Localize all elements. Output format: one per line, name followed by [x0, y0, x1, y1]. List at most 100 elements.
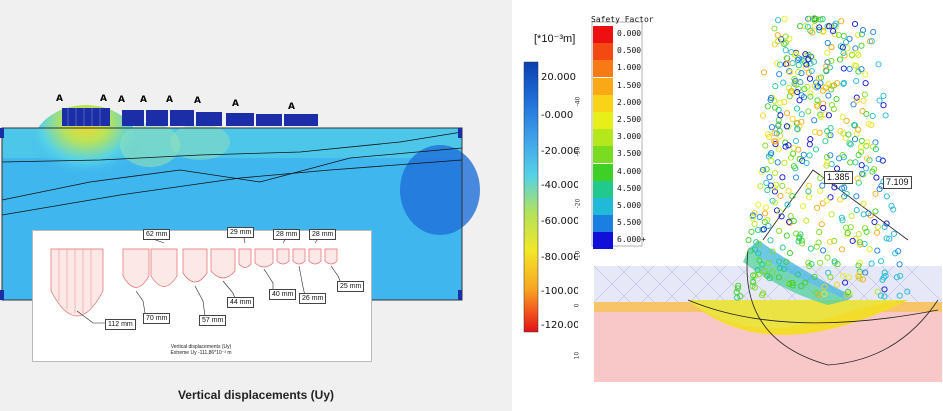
slip-center-point: [796, 97, 803, 104]
slip-center-point: [776, 71, 783, 78]
load-marker-label: A: [288, 102, 295, 112]
slip-center-point: [853, 207, 860, 214]
slip-center-point: [779, 244, 786, 251]
slip-center-point: [877, 258, 885, 265]
slip-center-point: [795, 69, 802, 76]
slip-center-point: [875, 61, 882, 68]
displacement-value-label: 70 mm: [143, 313, 171, 324]
displacement-value-label: 112 mm: [105, 319, 136, 330]
slip-center-point: [853, 77, 860, 85]
displacement-value-label: 28 mm: [309, 229, 337, 240]
slip-center-point: [785, 187, 792, 194]
slip-center-point: [842, 135, 849, 142]
slip-center-point: [771, 170, 779, 177]
slip-center-point: [803, 159, 810, 167]
legend-entry-label: 4.000: [617, 166, 642, 176]
slip-center-point: [774, 32, 781, 39]
slip-center-point: [763, 179, 770, 186]
slip-center-point: [858, 42, 865, 49]
scale-unit-label: [*10⁻³m]: [534, 33, 576, 45]
slip-center-point: [793, 174, 800, 181]
slip-center-point: [782, 47, 789, 54]
axis-tick: -40: [574, 96, 582, 107]
legend-entry-label: 1.500: [617, 80, 642, 90]
slip-center-point: [833, 96, 840, 103]
slip-center-point: [807, 136, 814, 143]
slip-center-point: [818, 221, 825, 228]
displacement-value-label: 44 mm: [227, 297, 255, 308]
slip-center-point: [776, 61, 784, 68]
slip-center-point: [777, 192, 784, 199]
slip-center-point: [880, 102, 887, 109]
slip-center-point: [781, 159, 788, 166]
displacement-contour-panel: A A A A A A A A 112 mm 70 mm 57 mm 44 mm…: [0, 0, 512, 411]
slip-center-point: [805, 259, 812, 266]
slip-center-point: [806, 141, 813, 148]
legend-swatch: [593, 180, 613, 198]
slip-center-point: [882, 112, 889, 119]
slip-center-point: [825, 92, 832, 99]
slip-center-point: [822, 138, 829, 145]
slip-center-point: [761, 210, 769, 217]
slip-center-point: [755, 201, 762, 208]
slip-center-point: [864, 139, 871, 146]
slip-center-point: [805, 108, 812, 115]
slip-center-point: [828, 211, 835, 218]
slip-center-point: [858, 162, 865, 169]
slip-center-point: [820, 247, 827, 254]
slip-center-point: [876, 97, 883, 104]
critical-fs-label: 1.385: [824, 171, 853, 184]
displacement-inset: 112 mm 70 mm 57 mm 44 mm 40 mm 26 mm 25 …: [32, 227, 372, 362]
displacement-value-label: 26 mm: [299, 293, 327, 304]
displacement-value-label: 28 mm: [273, 229, 301, 240]
axis-tick: -10: [574, 250, 582, 261]
slip-center-point: [874, 247, 881, 254]
slip-center-point: [760, 69, 768, 76]
slip-center-point: [764, 187, 771, 194]
legend-entry-label: 5.000: [617, 201, 642, 210]
load-marker-label: A: [194, 96, 201, 106]
slip-center-point: [845, 131, 852, 138]
displacement-value-label: 57 mm: [199, 315, 227, 326]
legend-entry-label: 2.000: [617, 97, 642, 107]
slip-center-point: [762, 204, 769, 211]
slip-center-point: [803, 217, 810, 224]
scale-tick: 20.000: [541, 72, 576, 83]
slip-center-point: [795, 62, 802, 69]
slip-center-point: [805, 188, 812, 195]
slip-center-point: [816, 229, 823, 236]
legend-entry-label: 5.500: [617, 218, 642, 228]
slip-center-point: [807, 90, 814, 97]
slip-center-point: [784, 201, 791, 208]
slip-center-point: [799, 203, 807, 210]
slip-center-point: [853, 193, 860, 200]
slip-center-point: [773, 60, 781, 67]
inset-extreme-value: Extreme Uy -111,86*10⁻³ m: [170, 350, 232, 356]
slip-center-point: [862, 71, 869, 78]
legend-entry-label: 6.000+: [617, 235, 646, 245]
axis-tick: 10: [573, 351, 581, 360]
slip-center-point: [846, 35, 853, 42]
legend-swatch: [593, 198, 613, 215]
slip-center-point: [780, 79, 787, 86]
slip-center-point: [824, 49, 831, 56]
slip-center-point: [786, 93, 793, 100]
slip-center-point: [768, 157, 775, 164]
legend-swatch: [593, 163, 613, 181]
legend-swatch: [593, 26, 613, 43]
scale-tick: -0.000: [541, 110, 574, 121]
slip-center-point: [794, 105, 801, 112]
slip-center-point: [870, 28, 877, 36]
slip-center-point: [872, 208, 879, 215]
slip-center-point: [767, 237, 774, 244]
displacement-value-label: 29 mm: [227, 227, 255, 238]
slip-center-point: [756, 213, 763, 221]
slip-center-point: [874, 223, 881, 231]
slip-center-point: [798, 70, 805, 77]
scale-tick: -40.000: [541, 180, 580, 191]
slip-center-point: [855, 231, 862, 238]
legend-swatch: [593, 232, 613, 250]
slip-center-point: [851, 20, 859, 28]
slip-center-point: [883, 193, 890, 200]
slip-center-point: [779, 174, 786, 181]
